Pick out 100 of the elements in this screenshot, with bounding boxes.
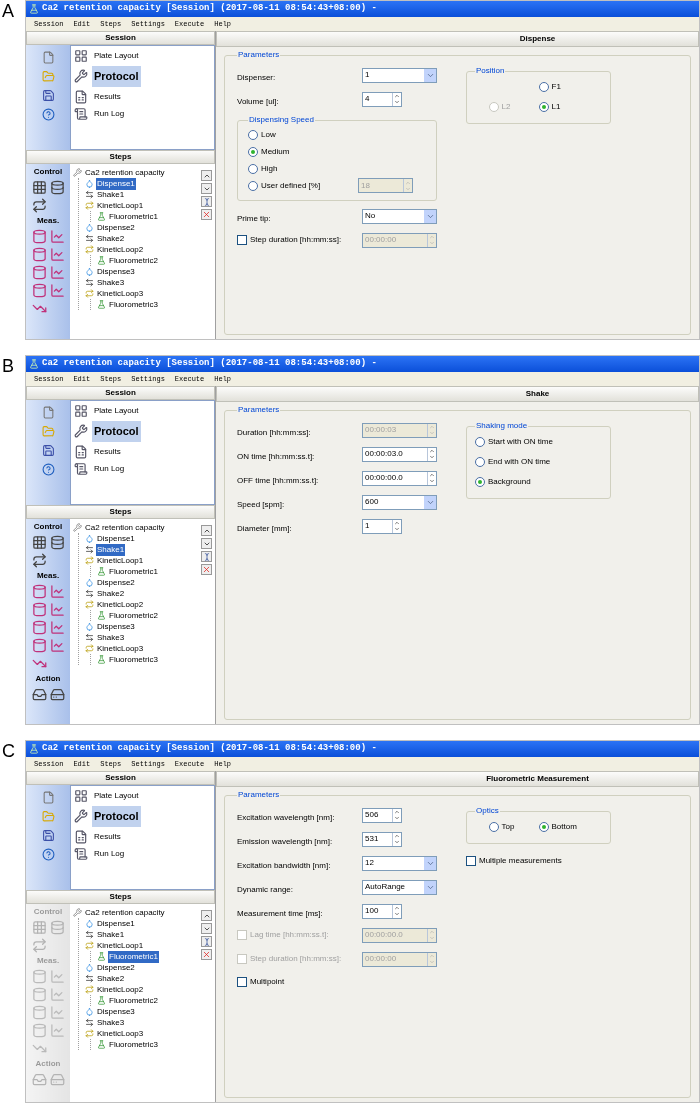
rename-button[interactable] <box>201 551 212 562</box>
nav-item[interactable]: Run Log <box>92 847 127 860</box>
droplet-icon <box>85 919 94 928</box>
rename-button[interactable] <box>201 196 212 207</box>
tree-item[interactable]: Shake1 <box>96 928 126 941</box>
radio-button[interactable] <box>538 82 549 92</box>
tree-item[interactable]: KineticLoop2 <box>96 983 145 996</box>
tree-item[interactable]: Fluorometric1 <box>108 210 159 223</box>
dropdown[interactable]: 600 <box>362 494 437 510</box>
dropdown[interactable]: 1 <box>362 67 437 83</box>
tree-item[interactable]: KineticLoop1 <box>96 199 145 212</box>
checkbox[interactable] <box>237 235 247 245</box>
nav-item[interactable]: Protocol <box>92 421 141 442</box>
tree-item[interactable]: Fluorometric3 <box>108 1038 159 1051</box>
spin-field[interactable]: 1 <box>362 518 402 534</box>
spin-field[interactable]: 506 <box>362 807 402 823</box>
spin-field[interactable]: 00:00:03.0 <box>362 446 437 462</box>
dropdown[interactable]: AutoRange <box>362 879 437 895</box>
move-down-button[interactable] <box>201 538 212 549</box>
dropdown[interactable]: 12 <box>362 855 437 871</box>
spin-field[interactable]: 00:00:00.0 <box>362 470 437 486</box>
tree-item[interactable]: Ca2 retention capacity <box>84 521 166 534</box>
spin-field[interactable]: 4 <box>362 91 402 107</box>
folder-icon <box>41 810 55 823</box>
tree-item[interactable]: KineticLoop1 <box>96 939 145 952</box>
droplet-icon <box>85 1007 94 1016</box>
pane-header: Steps <box>26 890 215 904</box>
checkbox[interactable] <box>237 977 247 987</box>
field-label: Emission wavelength [nm]: <box>237 837 333 846</box>
checkbox[interactable] <box>466 856 476 866</box>
tree-item[interactable]: KineticLoop2 <box>96 243 145 256</box>
field-label: Step duration [hh:mm:ss]: <box>250 953 342 965</box>
nav-item[interactable]: Results <box>92 445 123 458</box>
cylinder-icon <box>31 1005 47 1020</box>
radio-button[interactable] <box>248 129 258 140</box>
rename-button[interactable] <box>201 936 212 947</box>
nav-item[interactable]: Plate Layout <box>92 405 141 417</box>
radio-button[interactable] <box>475 457 485 467</box>
tree-item[interactable]: Fluorometric2 <box>108 994 159 1007</box>
field-label: Multiple measurements <box>479 855 562 867</box>
flask-icon <box>97 996 106 1005</box>
radio-button[interactable] <box>475 437 485 447</box>
radio-button[interactable] <box>248 146 258 157</box>
tree-item[interactable]: Ca2 retention capacity <box>84 166 166 179</box>
dropdown[interactable]: No <box>362 208 437 224</box>
delete-button[interactable] <box>201 564 212 575</box>
tree-item[interactable]: Shake3 <box>96 276 126 289</box>
tree-item[interactable]: Shake3 <box>96 631 126 644</box>
radio-button[interactable] <box>475 477 485 487</box>
radio-button[interactable] <box>488 822 499 832</box>
move-down-button[interactable] <box>201 923 212 934</box>
tree-item[interactable]: Dispense3 <box>96 1005 136 1018</box>
tree-item[interactable]: Shake2 <box>96 587 126 600</box>
spin-field[interactable]: 531 <box>362 831 402 847</box>
nav-item[interactable]: Results <box>92 90 123 103</box>
nav-item[interactable]: Plate Layout <box>92 790 141 802</box>
radio-button[interactable] <box>538 822 549 832</box>
field-label: High <box>261 162 278 175</box>
tree-item[interactable]: Dispense2 <box>96 961 136 974</box>
tree-item[interactable]: Dispense3 <box>96 265 136 278</box>
tree-item[interactable]: Shake2 <box>96 972 126 985</box>
tree-item[interactable]: Ca2 retention capacity <box>84 906 166 919</box>
tree-item[interactable]: Dispense2 <box>96 221 136 234</box>
nav-item[interactable]: Protocol <box>92 806 141 827</box>
tree-item[interactable]: KineticLoop3 <box>96 1027 145 1040</box>
nav-item[interactable]: Plate Layout <box>92 50 141 62</box>
tree-item[interactable]: Fluorometric2 <box>108 254 159 267</box>
nav-item[interactable]: Run Log <box>92 107 127 120</box>
tree-item[interactable]: KineticLoop3 <box>96 287 145 300</box>
tree-item[interactable]: Dispense1 <box>96 177 136 190</box>
tree-item[interactable]: Fluorometric3 <box>108 298 159 311</box>
tree-item[interactable]: Fluorometric1 <box>108 950 159 963</box>
tree-item[interactable]: Shake1 <box>96 188 126 201</box>
nav-item[interactable]: Results <box>92 830 123 843</box>
tree-item[interactable]: Fluorometric1 <box>108 565 159 578</box>
nav-item[interactable]: Run Log <box>92 462 127 475</box>
tree-item[interactable]: KineticLoop1 <box>96 554 145 567</box>
tree-item[interactable]: Fluorometric3 <box>108 653 159 666</box>
delete-button[interactable] <box>201 949 212 960</box>
tree-item[interactable]: KineticLoop2 <box>96 598 145 611</box>
radio-button[interactable] <box>248 163 258 174</box>
move-down-button[interactable] <box>201 183 212 194</box>
delete-button[interactable] <box>201 209 212 220</box>
tree-item[interactable]: Dispense3 <box>96 620 136 633</box>
loop-icon <box>31 553 47 568</box>
tree-item[interactable]: Dispense1 <box>96 532 136 545</box>
tree-item[interactable]: Fluorometric2 <box>108 609 159 622</box>
radio-button[interactable] <box>248 180 258 191</box>
move-up-button[interactable] <box>201 910 212 921</box>
move-up-button[interactable] <box>201 525 212 536</box>
tree-item[interactable]: Shake2 <box>96 232 126 245</box>
nav-item[interactable]: Protocol <box>92 66 141 87</box>
tree-item[interactable]: Dispense1 <box>96 917 136 930</box>
tree-item[interactable]: Shake3 <box>96 1016 126 1029</box>
tree-item[interactable]: KineticLoop3 <box>96 642 145 655</box>
spin-field[interactable]: 100 <box>362 903 402 919</box>
tree-item[interactable]: Dispense2 <box>96 576 136 589</box>
tree-item[interactable]: Shake1 <box>96 543 126 556</box>
radio-button[interactable] <box>538 102 549 112</box>
move-up-button[interactable] <box>201 170 212 181</box>
